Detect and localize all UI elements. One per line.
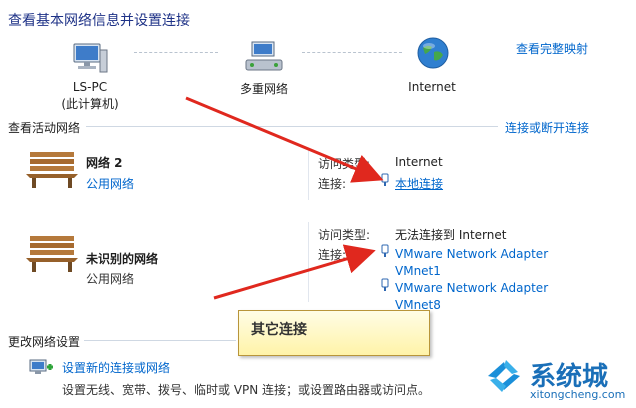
view-full-map-link[interactable]: 查看完整映射 xyxy=(516,40,588,57)
network-type-link[interactable]: 公用网络 xyxy=(86,175,134,192)
bench-icon xyxy=(24,150,80,190)
globe-icon xyxy=(416,36,450,70)
vmnet1-link[interactable]: VMware Network Adapter VMnet1 xyxy=(395,246,560,280)
computer-icon xyxy=(70,40,110,80)
network-adapter-icon xyxy=(380,173,390,187)
brand-logo-icon xyxy=(484,356,524,396)
active-networks-header: 查看活动网络 xyxy=(8,121,81,135)
callout-box: 其它连接 xyxy=(238,310,430,356)
watermark-url: xitongcheng.com xyxy=(530,388,626,401)
access-type-label: 访问类型: xyxy=(318,157,371,171)
map-connector xyxy=(302,52,402,53)
column-divider xyxy=(308,222,309,302)
bench-icon xyxy=(24,234,80,274)
network-adapter-icon xyxy=(380,278,390,292)
network-name: 未识别的网络 xyxy=(86,252,159,266)
network-type: 公用网络 xyxy=(86,272,135,286)
connect-disconnect-link[interactable]: 连接或断开连接 xyxy=(505,119,589,136)
setup-new-connection-link[interactable]: 设置新的连接或网络 xyxy=(62,359,170,376)
connections-label: 连接: xyxy=(318,248,347,262)
node-multiple-networks-label: 多重网络 xyxy=(239,82,288,96)
setup-description: 设置无线、宽带、拨号、临时或 VPN 连接；或设置路由器或访问点。 xyxy=(62,383,431,397)
access-type-value: Internet xyxy=(395,155,443,169)
node-this-pc-label: LS-PC xyxy=(72,80,108,94)
connections-label: 连接: xyxy=(318,177,347,191)
access-type-label: 访问类型: xyxy=(318,228,371,242)
node-internet-label: Internet xyxy=(408,80,456,94)
new-connection-icon xyxy=(28,356,54,380)
local-connection-link[interactable]: 本地连接 xyxy=(395,175,443,192)
arrow-to-vmware-adapter xyxy=(213,244,376,300)
change-settings-header: 更改网络设置 xyxy=(8,335,81,349)
page-title: 查看基本网络信息并设置连接 xyxy=(8,13,190,29)
network-adapter-icon xyxy=(380,244,390,258)
section-divider xyxy=(84,340,236,341)
section-divider xyxy=(86,126,498,127)
multiple-networks-icon xyxy=(242,36,286,76)
map-connector xyxy=(134,52,218,53)
vmnet8-link[interactable]: VMware Network Adapter VMnet8 xyxy=(395,280,560,314)
column-divider xyxy=(308,150,309,200)
network-name: 网络 2 xyxy=(86,156,123,170)
node-this-pc-sub: (此计算机) xyxy=(61,97,119,111)
access-type-value: 无法连接到 Internet xyxy=(395,228,507,242)
